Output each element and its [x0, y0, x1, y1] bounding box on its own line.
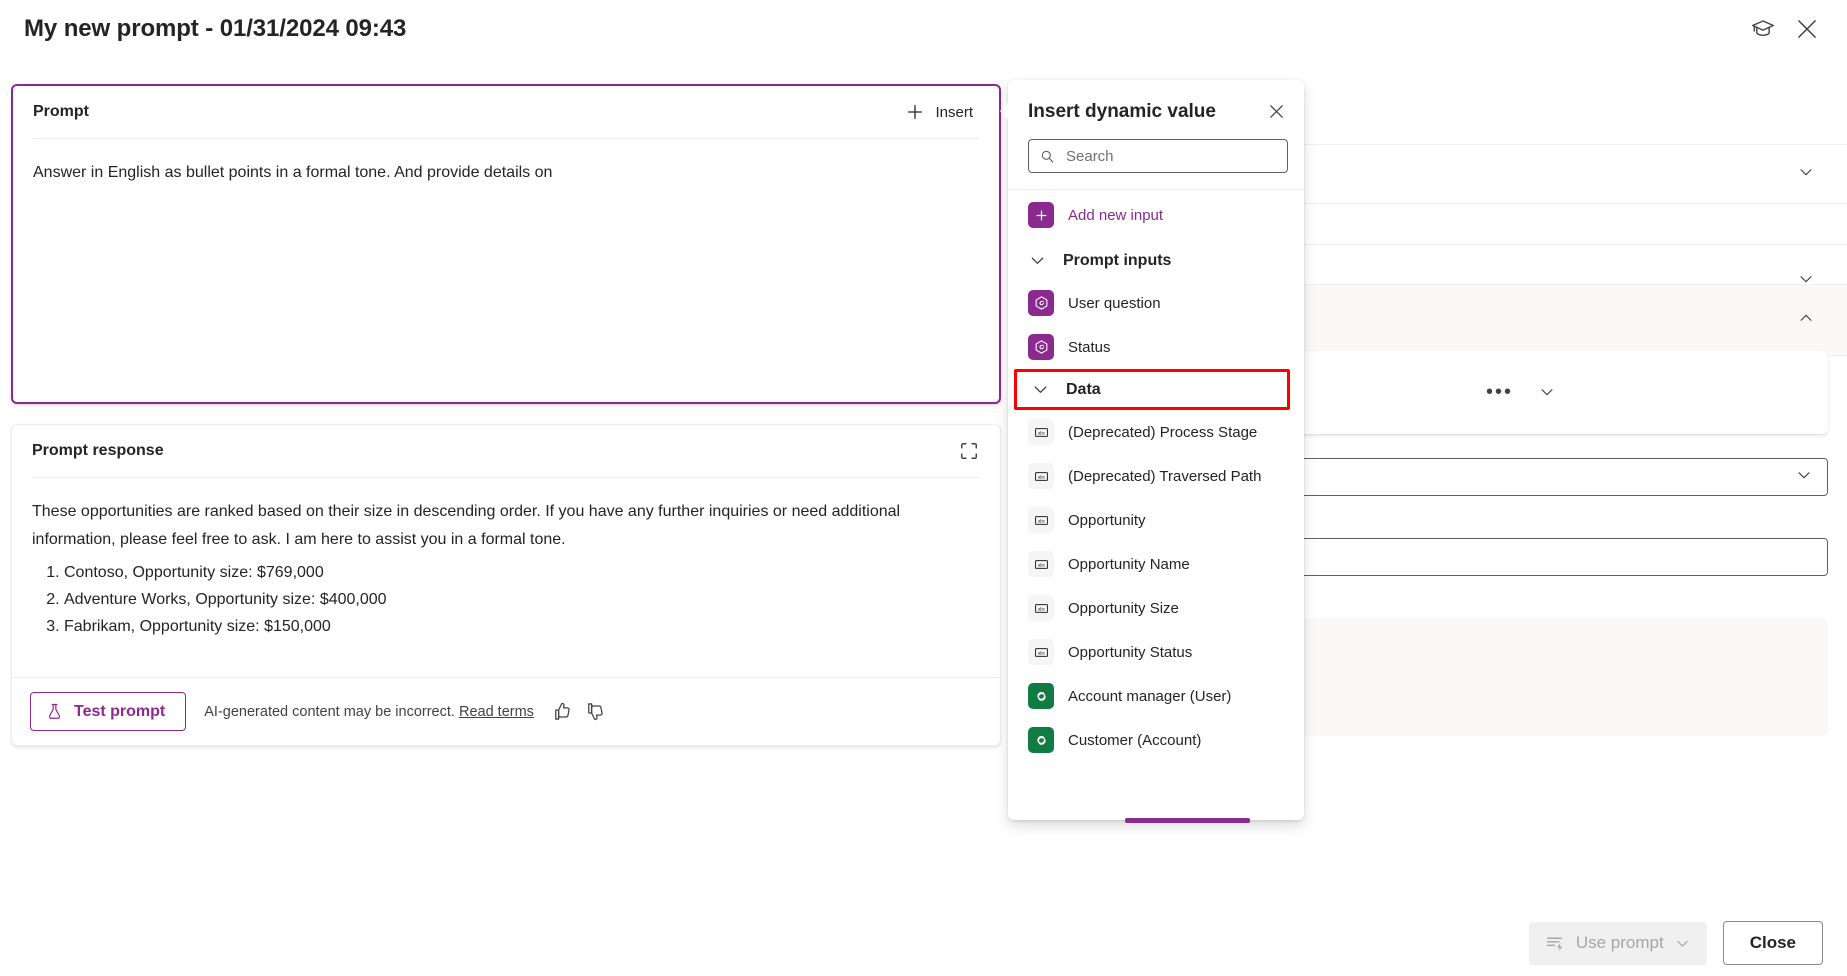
- search-input[interactable]: [1066, 147, 1277, 165]
- active-tab-indicator: [1125, 818, 1250, 823]
- abc-textfield-icon: abc: [1028, 463, 1054, 489]
- chevron-down-icon[interactable]: [1795, 466, 1813, 489]
- read-terms-link[interactable]: Read terms: [459, 704, 534, 720]
- abc-textfield-icon: abc: [1028, 551, 1054, 577]
- list-item-status[interactable]: Status: [1008, 325, 1304, 369]
- list-item-customer-account[interactable]: Customer (Account): [1008, 718, 1304, 762]
- thumbs-up-icon[interactable]: [552, 701, 573, 722]
- list-item-opportunity[interactable]: abc Opportunity: [1008, 498, 1304, 542]
- disclaimer-text: AI-generated content may be incorrect.: [204, 703, 455, 720]
- list-item-opportunity-name[interactable]: abc Opportunity Name: [1008, 542, 1304, 586]
- chevron-down-icon[interactable]: [1538, 383, 1556, 406]
- list-item: Contoso, Opportunity size: $769,000: [64, 559, 980, 586]
- list-item: Fabrikam, Opportunity size: $150,000: [64, 613, 980, 640]
- group-header-data[interactable]: Data: [1014, 369, 1290, 410]
- item-label: User question: [1068, 294, 1161, 312]
- abc-textfield-icon: abc: [1028, 507, 1054, 533]
- dialog-footer: Use prompt Close: [1008, 910, 1847, 976]
- response-body: These opportunities are ranked based on …: [12, 478, 1000, 677]
- search-icon: [1039, 148, 1056, 165]
- ellipsis-icon[interactable]: •••: [1486, 382, 1513, 402]
- insert-dynamic-value-panel: Insert dynamic value Search Add new inpu…: [1008, 80, 1304, 820]
- item-label: Opportunity Name: [1068, 555, 1190, 573]
- chevron-down-icon: [1674, 935, 1691, 952]
- close-button[interactable]: Close: [1722, 921, 1823, 965]
- insert-button-label: Insert: [935, 103, 973, 121]
- item-label: (Deprecated) Process Stage: [1068, 423, 1258, 441]
- group-header-prompt-inputs[interactable]: Prompt inputs: [1008, 240, 1304, 281]
- use-prompt-label: Use prompt: [1575, 933, 1664, 952]
- insert-lines-lightning-icon: [1545, 933, 1566, 954]
- ai-disclaimer: AI-generated content may be incorrect. R…: [204, 704, 534, 720]
- list-item-deprecated-traversed-path[interactable]: abc (Deprecated) Traversed Path: [1008, 454, 1304, 498]
- item-label: Opportunity Size: [1068, 599, 1179, 617]
- prompt-response-card: Prompt response These opportunities are …: [11, 424, 1001, 746]
- response-footer: Test prompt AI-generated content may be …: [12, 677, 1000, 745]
- list-item-deprecated-process-stage[interactable]: abc (Deprecated) Process Stage: [1008, 410, 1304, 454]
- list-item-opportunity-status[interactable]: abc Opportunity Status: [1008, 630, 1304, 674]
- window-titlebar: My new prompt - 01/31/2024 09:43: [0, 0, 1847, 58]
- page-title: My new prompt - 01/31/2024 09:43: [24, 15, 407, 42]
- response-card-header: Prompt response: [12, 425, 1000, 477]
- prompt-card-label: Prompt: [33, 103, 89, 120]
- test-prompt-button[interactable]: Test prompt: [30, 692, 187, 731]
- search-box[interactable]: [1028, 139, 1288, 173]
- abc-textfield-icon: abc: [1028, 639, 1054, 665]
- close-icon[interactable]: [1263, 98, 1290, 125]
- fullscreen-icon[interactable]: [958, 440, 980, 462]
- response-card-label: Prompt response: [32, 442, 164, 459]
- item-label: Customer (Account): [1068, 731, 1202, 749]
- svg-text:abc: abc: [1037, 606, 1045, 611]
- dynamic-value-list: Add new input Prompt inputs User questio…: [1008, 190, 1304, 814]
- beaker-icon: [45, 702, 64, 721]
- list-item-account-manager-user[interactable]: Account manager (User): [1008, 674, 1304, 718]
- prompt-editor-card: Prompt Insert Answer in English as bulle…: [11, 84, 1001, 404]
- item-label: Status: [1068, 338, 1111, 356]
- response-opportunity-list: Contoso, Opportunity size: $769,000 Adve…: [32, 559, 980, 641]
- abc-textfield-icon: abc: [1028, 595, 1054, 621]
- flyout-header: Insert dynamic value: [1008, 80, 1304, 125]
- flyout-search-wrapper: [1008, 125, 1304, 189]
- abc-textfield-icon: abc: [1028, 419, 1054, 445]
- svg-text:abc: abc: [1037, 562, 1045, 567]
- flyout-title: Insert dynamic value: [1028, 100, 1216, 122]
- graduation-cap-icon[interactable]: [1741, 7, 1785, 51]
- dataverse-icon: [1028, 727, 1054, 753]
- insert-button[interactable]: Insert: [899, 98, 979, 126]
- thumbs-down-icon[interactable]: [585, 701, 606, 722]
- copilot-hexagon-icon: [1028, 334, 1054, 360]
- prompt-card-header: Prompt Insert: [13, 86, 999, 138]
- item-label: Opportunity Status: [1068, 643, 1193, 661]
- add-new-input-button[interactable]: Add new input: [1008, 190, 1304, 240]
- item-label: Account manager (User): [1068, 687, 1232, 705]
- list-item: Adventure Works, Opportunity size: $400,…: [64, 586, 980, 613]
- item-label: Opportunity: [1068, 511, 1146, 529]
- prompt-textarea[interactable]: Answer in English as bullet points in a …: [13, 139, 999, 184]
- copilot-hexagon-icon: [1028, 290, 1054, 316]
- group-label: Prompt inputs: [1063, 251, 1172, 269]
- list-item-opportunity-size[interactable]: abc Opportunity Size: [1008, 586, 1304, 630]
- list-item-user-question[interactable]: User question: [1008, 281, 1304, 325]
- flyout-pointer: [1000, 98, 1012, 124]
- group-label: Data: [1066, 380, 1101, 398]
- svg-text:abc: abc: [1037, 474, 1045, 479]
- chevron-down-icon: [1031, 380, 1050, 399]
- item-label: (Deprecated) Traversed Path: [1068, 467, 1262, 485]
- use-prompt-button[interactable]: Use prompt: [1528, 921, 1707, 965]
- chevron-down-icon: [1028, 251, 1047, 270]
- plus-icon: [1028, 202, 1054, 228]
- close-icon[interactable]: [1785, 7, 1829, 51]
- plus-icon: [905, 102, 925, 122]
- dataverse-icon: [1028, 683, 1054, 709]
- svg-text:abc: abc: [1037, 430, 1045, 435]
- test-prompt-label: Test prompt: [74, 702, 166, 720]
- svg-text:abc: abc: [1037, 650, 1045, 655]
- add-new-input-label: Add new input: [1068, 206, 1164, 224]
- chevron-up-icon[interactable]: [1797, 309, 1815, 332]
- chevron-down-icon[interactable]: [1797, 163, 1815, 186]
- svg-text:abc: abc: [1037, 518, 1045, 523]
- response-paragraph: These opportunities are ranked based on …: [32, 503, 901, 548]
